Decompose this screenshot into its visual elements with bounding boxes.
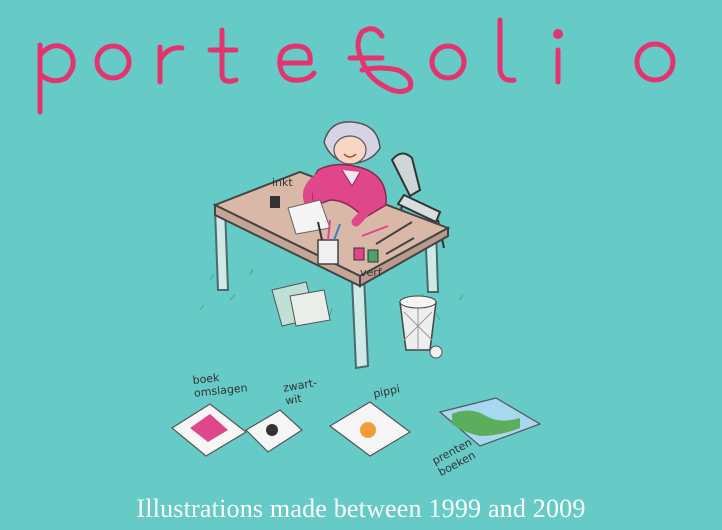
- ink-label: inkt: [272, 176, 293, 189]
- ink-pot: [270, 196, 280, 208]
- paint-label: verf: [360, 266, 382, 279]
- waste-basket: [399, 295, 443, 359]
- section-black-white-thumbnail[interactable]: [245, 409, 303, 453]
- section-picture-books-thumbnail[interactable]: [438, 397, 542, 447]
- section-pippi-thumbnail[interactable]: [328, 401, 412, 457]
- desk-illustration: [170, 121, 542, 457]
- footer-caption: Illustrations made between 1999 and 2009: [136, 494, 586, 523]
- section-book-covers-thumbnail[interactable]: [170, 403, 248, 457]
